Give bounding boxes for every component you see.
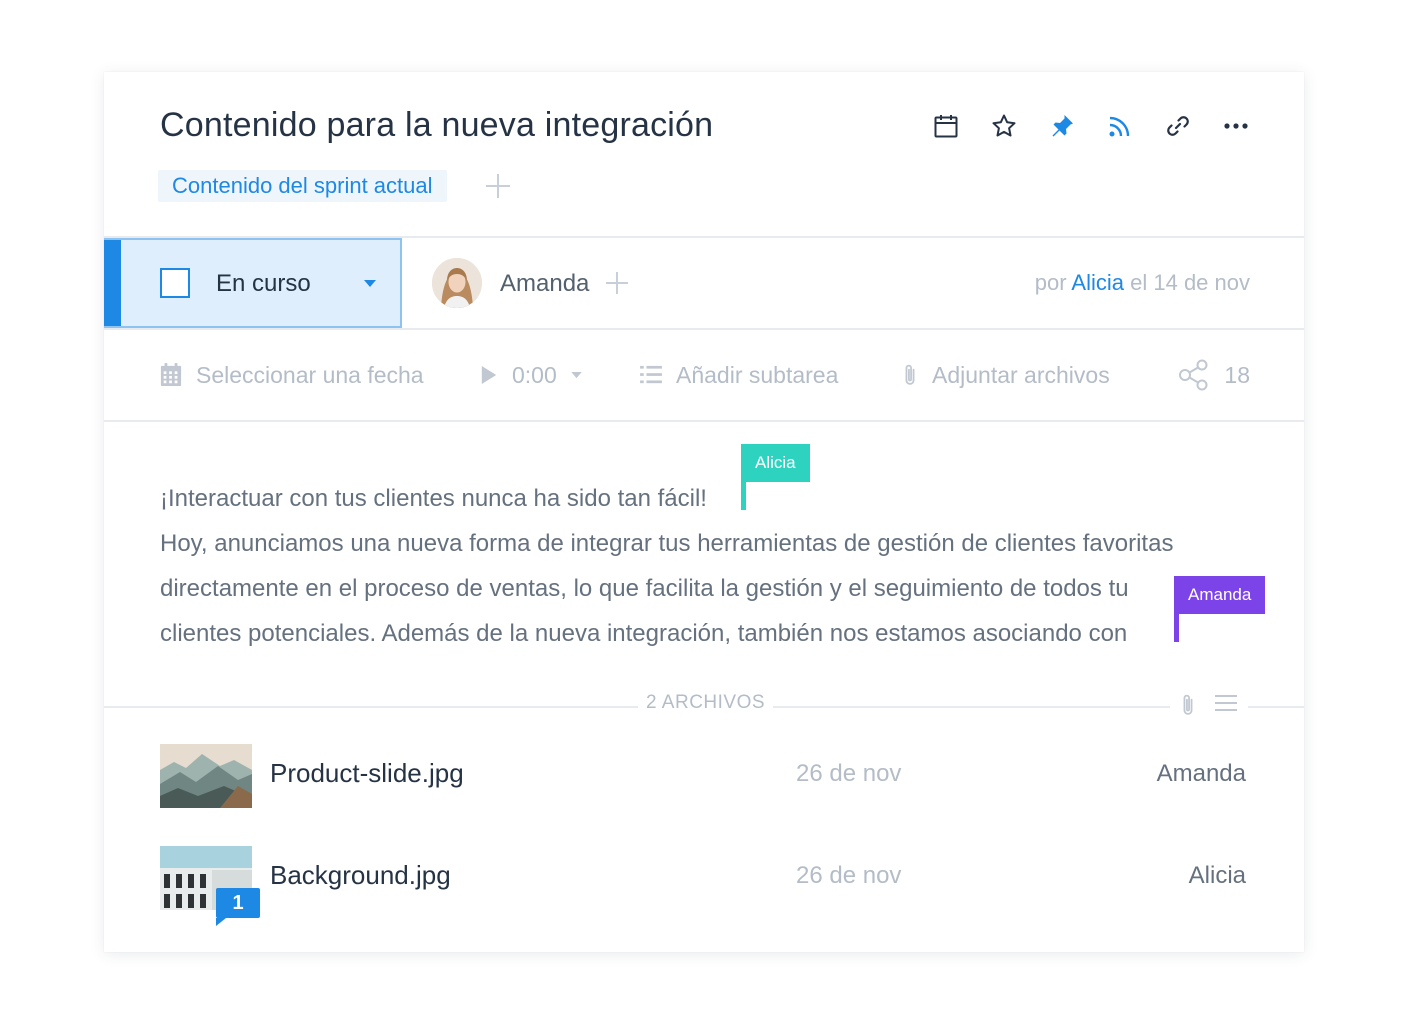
comment-count-badge[interactable]: 1	[216, 888, 260, 926]
add-tag-icon[interactable]	[484, 172, 512, 200]
calendar-grid-icon	[160, 363, 182, 386]
file-name[interactable]: Background.jpg	[270, 860, 451, 891]
file-uploader: Alicia	[1188, 862, 1246, 889]
collaborator-cursor-alicia	[741, 482, 746, 510]
files-count-label: 2 ARCHIVOS	[638, 692, 774, 714]
file-name[interactable]: Product-slide.jpg	[270, 758, 464, 789]
task-description[interactable]: ¡Interactuar con tus clientes nunca ha s…	[160, 476, 1260, 656]
header-actions	[932, 112, 1250, 140]
description-line: clientes potenciales. Además de la nueva…	[160, 620, 1128, 647]
pin-icon[interactable]	[1048, 112, 1076, 140]
add-subtask-label: Añadir subtarea	[676, 361, 839, 388]
assignee-name[interactable]: Amanda	[500, 270, 589, 298]
complete-checkbox[interactable]	[160, 268, 190, 298]
select-date-button[interactable]: Seleccionar una fecha	[160, 358, 424, 392]
attach-files-label: Adjuntar archivos	[932, 361, 1110, 388]
cursor-flag-amanda: Amanda	[1174, 576, 1266, 614]
status-label: En curso	[216, 270, 311, 297]
description-line: Hoy, anunciamos una nueva forma de integ…	[160, 530, 1174, 557]
file-date: 26 de nov	[796, 760, 902, 787]
task-card: Contenido para la nueva integración Cont…	[104, 72, 1304, 952]
created-by: por Alicia el 14 de nov	[1035, 270, 1250, 296]
star-icon[interactable]	[990, 112, 1018, 140]
collaborator-cursor-amanda	[1174, 614, 1179, 642]
divider	[104, 328, 1304, 330]
calendar-icon[interactable]	[932, 112, 960, 140]
byline-author[interactable]: Alicia	[1071, 270, 1124, 295]
attach-files-button[interactable]: Adjuntar archivos	[902, 358, 1110, 392]
files-actions	[1170, 692, 1248, 718]
status-color-bar	[104, 240, 121, 326]
more-icon[interactable]	[1222, 112, 1250, 140]
add-subtask-button[interactable]: Añadir subtarea	[640, 358, 838, 392]
description-line: directamente en el proceso de ventas, lo…	[160, 575, 1129, 602]
file-row[interactable]: 1 Background.jpg 26 de nov Alicia	[160, 846, 1250, 926]
add-assignee-icon[interactable]	[604, 270, 630, 296]
byline-prefix: por	[1034, 270, 1067, 295]
play-icon	[481, 366, 497, 384]
link-icon[interactable]	[1164, 112, 1192, 140]
status-dropdown[interactable]: En curso	[104, 238, 402, 328]
rss-icon[interactable]	[1106, 112, 1134, 140]
task-title[interactable]: Contenido para la nueva integración	[160, 106, 713, 145]
file-thumbnail[interactable]	[160, 744, 252, 808]
file-date: 26 de nov	[796, 862, 902, 889]
select-date-label: Seleccionar una fecha	[196, 361, 424, 388]
divider	[104, 420, 1304, 422]
sprint-tag[interactable]: Contenido del sprint actual	[158, 170, 447, 202]
share-icon	[1179, 359, 1208, 391]
description-line: ¡Interactuar con tus clientes nunca ha s…	[160, 485, 707, 512]
file-row[interactable]: Product-slide.jpg 26 de nov Amanda	[160, 744, 1250, 808]
caret-down-icon[interactable]	[364, 280, 376, 287]
timer-value: 0:00	[512, 361, 557, 388]
avatar[interactable]	[432, 258, 482, 308]
list-icon	[640, 365, 662, 384]
paperclip-icon	[905, 364, 915, 385]
share-count: 18	[1224, 361, 1250, 388]
list-view-icon[interactable]	[1214, 692, 1238, 714]
byline-date: el 14 de nov	[1130, 270, 1250, 295]
file-uploader: Amanda	[1156, 760, 1246, 787]
timer-button[interactable]: 0:00	[480, 358, 582, 392]
cursor-flag-alicia: Alicia	[741, 444, 810, 482]
paperclip-icon[interactable]	[1180, 692, 1196, 718]
caret-down-icon	[571, 371, 582, 378]
task-toolbar: Seleccionar una fecha 0:00 Añadir subtar…	[160, 358, 1250, 392]
share-button[interactable]: 18	[1178, 358, 1250, 392]
